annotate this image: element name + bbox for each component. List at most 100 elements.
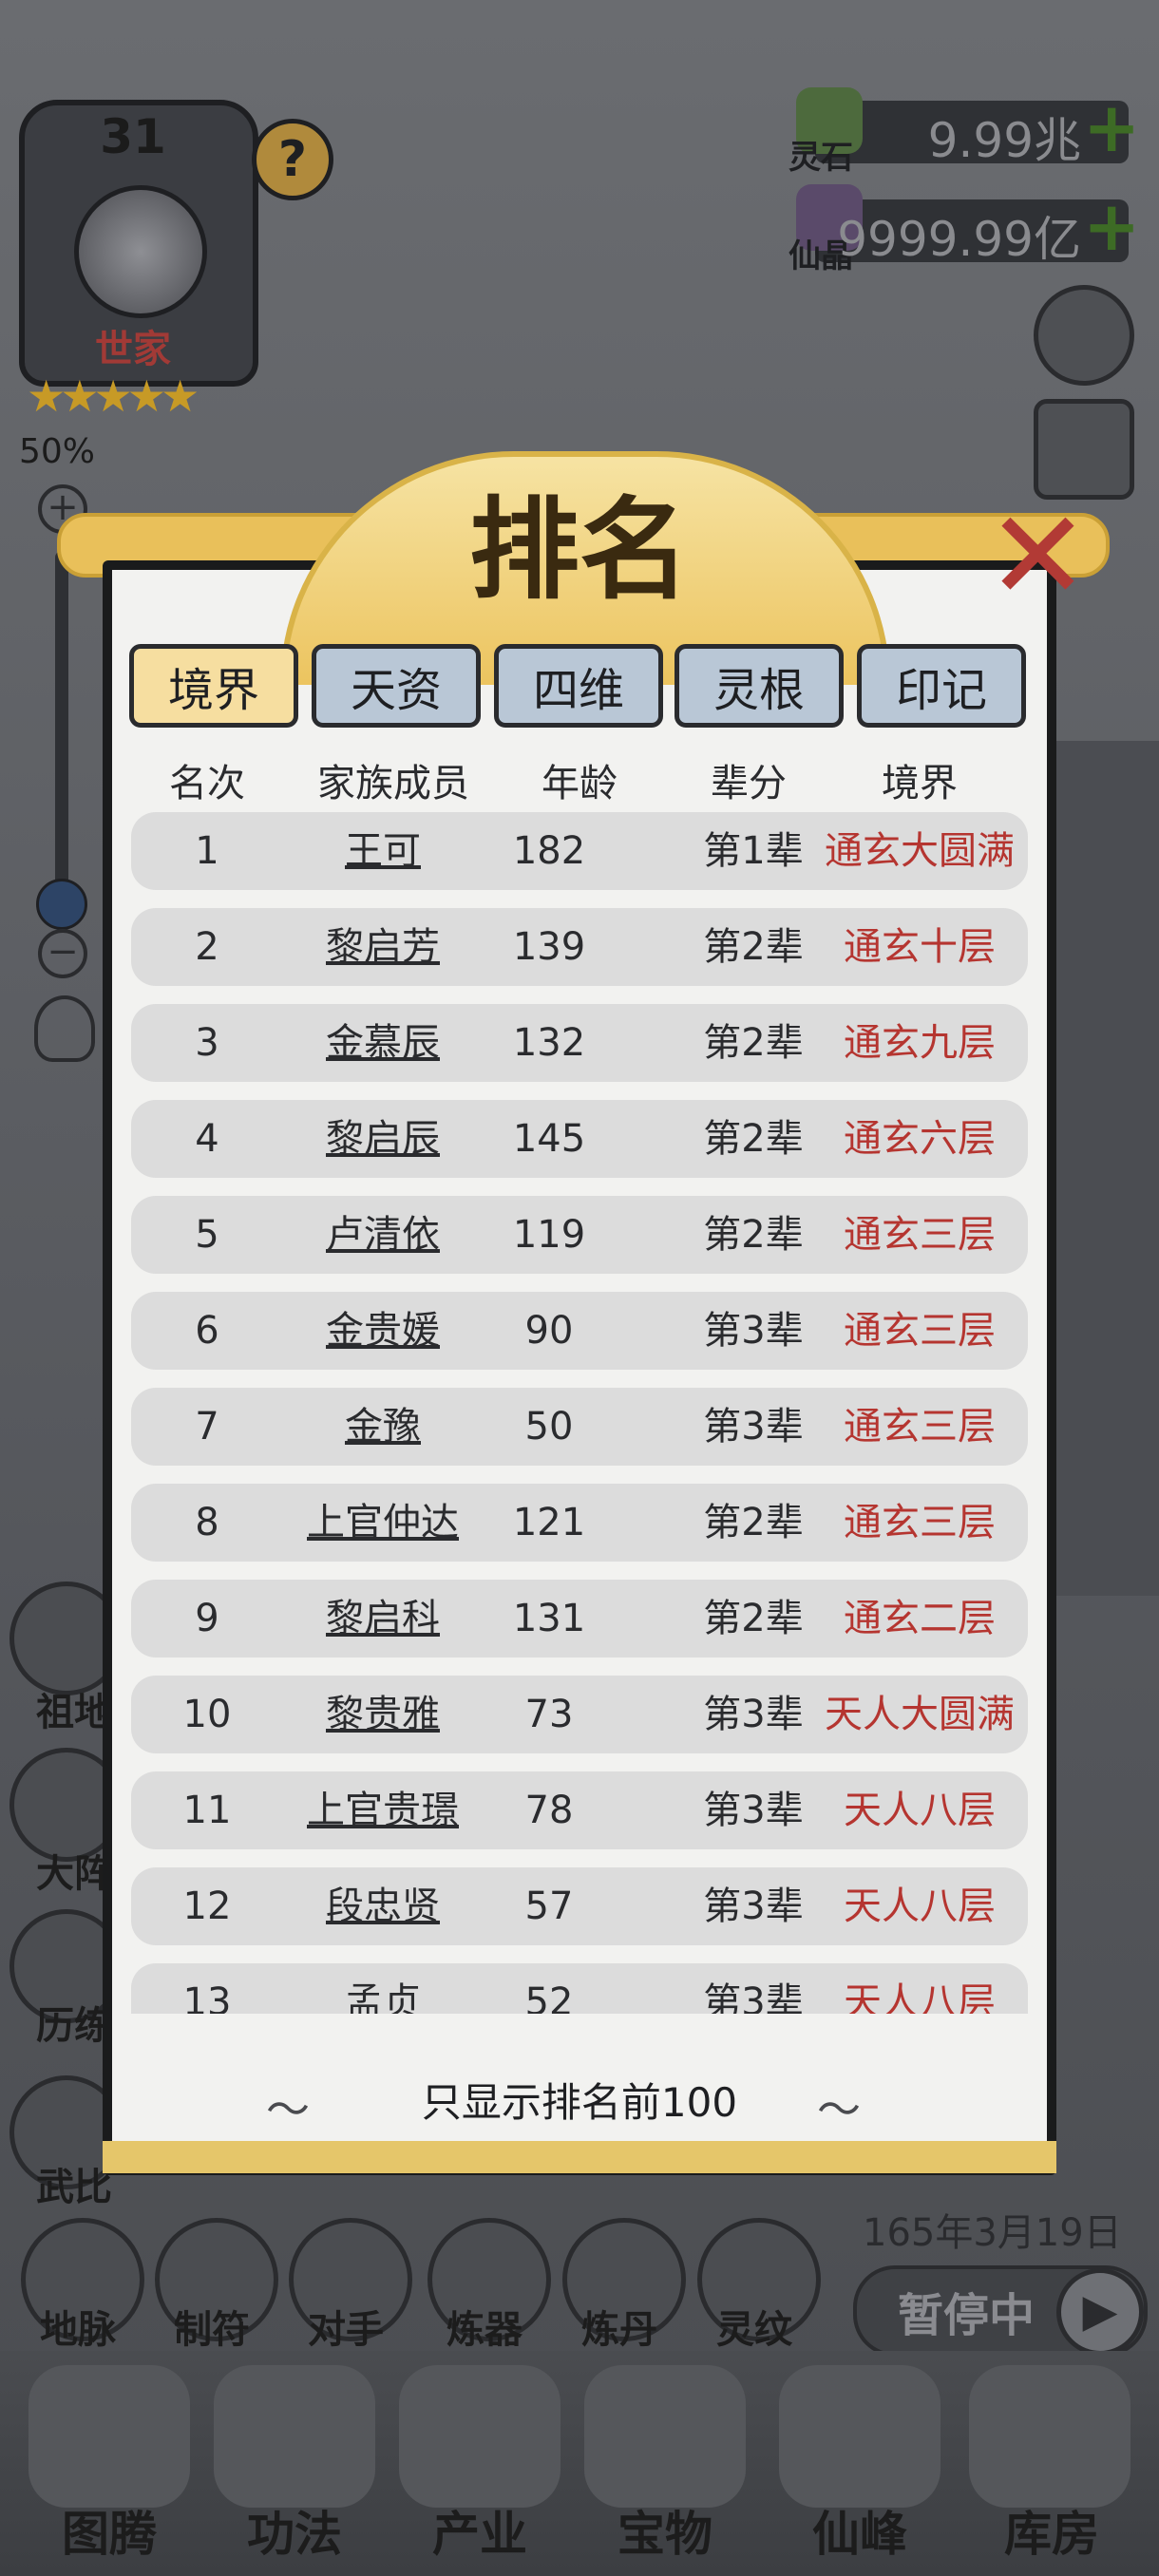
member-name-link[interactable]: 黎贵雅 <box>293 1676 473 1753</box>
table-row[interactable]: 11 上官贵璟 78 第3辈 天人八层 <box>131 1771 1028 1849</box>
generation-cell: 第3辈 <box>703 1885 804 1928</box>
table-row[interactable]: 7 金豫 50 第3辈 通玄三层 <box>131 1388 1028 1466</box>
tool-earth-vein-label: 地脉 <box>40 2308 116 2352</box>
nav-storehouse-icon[interactable] <box>969 2365 1130 2508</box>
zoom-slider[interactable] <box>55 551 68 912</box>
nav-totem[interactable]: 图腾 <box>19 2496 200 2565</box>
member-name-link[interactable]: 段忠贤 <box>293 1867 473 1945</box>
member-name-link[interactable]: 黎启芳 <box>293 908 473 986</box>
realm-cell: 通玄三层 <box>844 1501 996 1544</box>
member-name-link[interactable]: 卢清依 <box>293 1196 473 1274</box>
member-name-link[interactable]: 王可 <box>293 812 473 890</box>
rank-cell: 10 <box>182 1693 232 1736</box>
table-row[interactable]: 9 黎启科 131 第2辈 通玄二层 <box>131 1580 1028 1657</box>
table-row[interactable]: 13 孟贞 52 第3辈 天人八层 <box>131 1963 1028 2014</box>
ranking-list[interactable]: 1 王可 182 第1辈 通玄大圆满 2 黎启芳 139 第2辈 通玄十层 3 金慕辰 132 第2辈 通玄… <box>131 812 1028 2014</box>
add-immortal-crystal-button[interactable]: + <box>1083 186 1140 266</box>
nav-technique[interactable]: 功法 <box>204 2496 385 2565</box>
table-row[interactable]: 5 卢清依 119 第2辈 通玄三层 <box>131 1196 1028 1274</box>
dialog-title: 排名 <box>469 485 690 615</box>
nav-peak[interactable]: 仙峰 <box>770 2496 950 2565</box>
table-row[interactable]: 3 金慕辰 132 第2辈 通玄九层 <box>131 1004 1028 1082</box>
table-row[interactable]: 8 上官仲达 121 第2辈 通玄三层 <box>131 1484 1028 1562</box>
nav-totem-icon[interactable] <box>28 2365 190 2508</box>
realm-cell: 通玄九层 <box>844 1021 996 1065</box>
left-swirl-icon: 〜 <box>266 2084 310 2135</box>
rank-cell: 4 <box>195 1117 219 1161</box>
nav-storehouse[interactable]: 库房 <box>961 2496 1142 2565</box>
tab-realm[interactable]: 境界 <box>129 644 298 728</box>
table-row[interactable]: 10 黎贵雅 73 第3辈 天人大圆满 <box>131 1676 1028 1753</box>
realm-cell: 通玄十层 <box>844 925 996 969</box>
grand-array-label: 大阵 <box>36 1852 112 1896</box>
tool-talisman-label: 制符 <box>174 2308 250 2352</box>
table-row[interactable]: 2 黎启芳 139 第2辈 通玄十层 <box>131 908 1028 986</box>
spirit-stone-value: 9.99兆 <box>927 113 1081 168</box>
nav-technique-icon[interactable] <box>214 2365 375 2508</box>
close-icon[interactable]: ✕ <box>986 494 1090 617</box>
age-cell: 132 <box>512 1021 586 1065</box>
realm-cell: 通玄大圆满 <box>825 829 1015 873</box>
zoom-slider-handle[interactable] <box>36 879 87 930</box>
generation-cell: 第3辈 <box>703 1789 804 1832</box>
age-cell: 121 <box>512 1501 586 1544</box>
tool-forge-label: 炼器 <box>446 2308 522 2352</box>
member-name-link[interactable]: 金慕辰 <box>293 1004 473 1082</box>
zoom-out-button[interactable]: − <box>38 929 87 978</box>
age-cell: 57 <box>524 1885 574 1928</box>
generation-cell: 第2辈 <box>703 1501 804 1544</box>
member-name-link[interactable]: 上官仲达 <box>293 1484 473 1562</box>
header-rank: 名次 <box>169 762 245 805</box>
family-stars: ★★★★★ <box>27 370 200 422</box>
table-row[interactable]: 1 王可 182 第1辈 通玄大圆满 <box>131 812 1028 890</box>
rank-cell: 5 <box>195 1213 219 1257</box>
member-name-link[interactable]: 黎启科 <box>293 1580 473 1657</box>
settings-icon[interactable] <box>1034 285 1134 386</box>
tab-aptitude[interactable]: 天资 <box>312 644 481 728</box>
rank-cell: 3 <box>195 1021 219 1065</box>
age-cell: 139 <box>512 925 586 969</box>
locate-icon[interactable] <box>34 995 95 1062</box>
member-name-link[interactable]: 上官贵璟 <box>293 1771 473 1849</box>
generation-cell: 第2辈 <box>703 1117 804 1161</box>
nav-industry-icon[interactable] <box>399 2365 560 2508</box>
play-icon[interactable]: ▶ <box>1056 2268 1144 2356</box>
table-row[interactable]: 12 段忠贤 57 第3辈 天人八层 <box>131 1867 1028 1945</box>
age-cell: 52 <box>524 1980 574 2014</box>
rank-cell: 1 <box>195 829 219 873</box>
add-spirit-stone-button[interactable]: + <box>1083 87 1140 167</box>
header-age: 年龄 <box>542 762 618 805</box>
generation-cell: 第2辈 <box>703 1213 804 1257</box>
tab-mark[interactable]: 印记 <box>857 644 1026 728</box>
realm-cell: 通玄六层 <box>844 1117 996 1161</box>
footer-note: 只显示排名前100 <box>421 2079 738 2126</box>
tool-rival-label: 对手 <box>308 2308 384 2352</box>
ancestral-land-label: 祖地 <box>36 1691 112 1734</box>
tool-alchemy-label: 炼丹 <box>581 2308 657 2352</box>
rank-cell: 11 <box>182 1789 232 1832</box>
member-name-link[interactable]: 金豫 <box>293 1388 473 1466</box>
generation-cell: 第3辈 <box>703 1980 804 2014</box>
nav-industry[interactable]: 产业 <box>390 2496 570 2565</box>
tab-spirit-root[interactable]: 灵根 <box>674 644 844 728</box>
family-name: 世家 <box>95 328 171 371</box>
nav-treasure[interactable]: 宝物 <box>575 2496 755 2565</box>
generation-cell: 第2辈 <box>703 1021 804 1065</box>
help-button[interactable]: ? <box>252 119 333 200</box>
table-row[interactable]: 4 黎启辰 145 第2辈 通玄六层 <box>131 1100 1028 1178</box>
table-row[interactable]: 6 金贵媛 90 第3辈 通玄三层 <box>131 1292 1028 1370</box>
tab-four-stats[interactable]: 四维 <box>494 644 663 728</box>
member-name-link[interactable]: 黎启辰 <box>293 1100 473 1178</box>
pause-label: 暂停中 <box>898 2289 1036 2342</box>
game-date: 165年3月19日 <box>863 2211 1122 2255</box>
header-member: 家族成员 <box>317 762 469 805</box>
realm-cell: 天人大圆满 <box>825 1693 1015 1736</box>
header-realm: 境界 <box>882 762 958 805</box>
member-name-link[interactable]: 金贵媛 <box>293 1292 473 1370</box>
rank-cell: 12 <box>182 1885 232 1928</box>
realm-cell: 通玄三层 <box>844 1405 996 1449</box>
nav-peak-icon[interactable] <box>779 2365 940 2508</box>
tool-rune-label: 灵纹 <box>716 2308 792 2352</box>
nav-treasure-icon[interactable] <box>584 2365 746 2508</box>
member-name-link[interactable]: 孟贞 <box>293 1963 473 2014</box>
